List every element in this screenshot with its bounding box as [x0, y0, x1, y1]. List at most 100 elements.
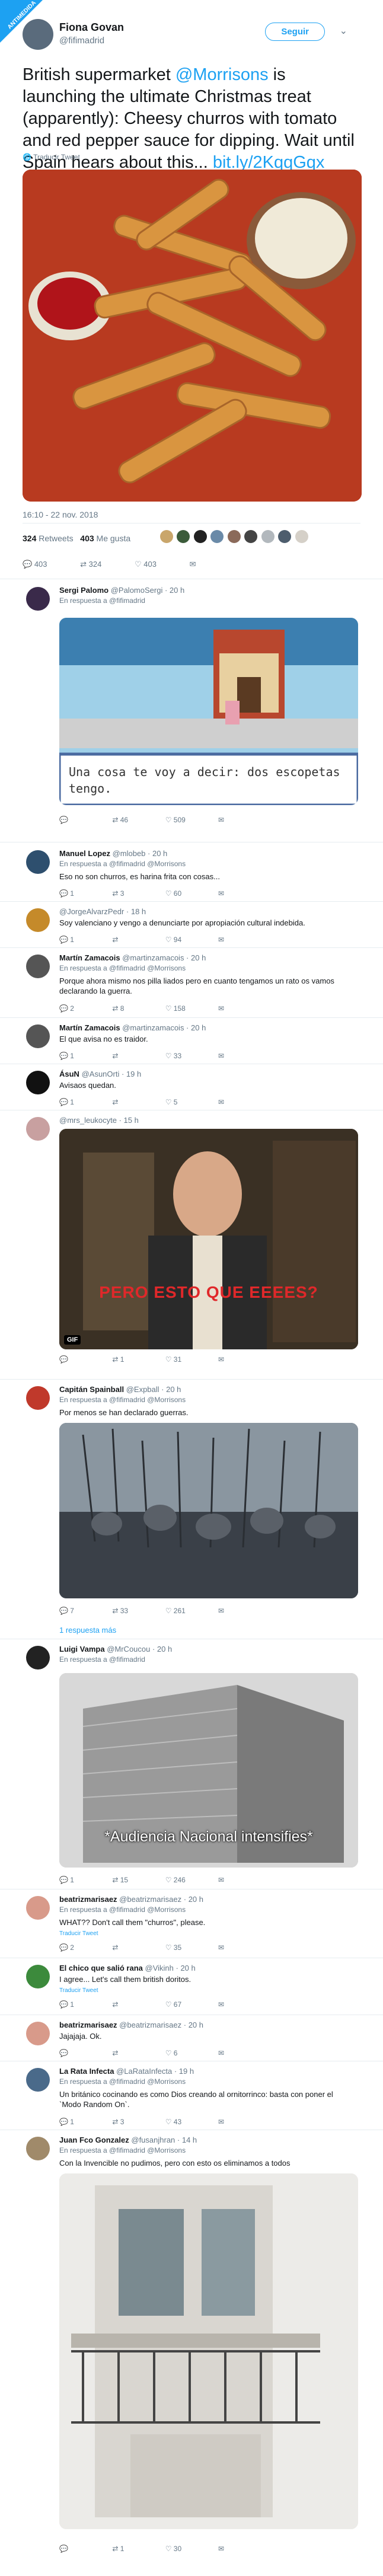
- reply-author-name[interactable]: Sergi Palomo: [59, 586, 108, 595]
- reply-author-name[interactable]: Martín Zamacois: [59, 953, 120, 962]
- like-button[interactable]: ♡ 6: [165, 2049, 216, 2057]
- message-button[interactable]: ✉: [218, 1355, 269, 1364]
- message-button[interactable]: ✉: [218, 1876, 269, 1884]
- reply-media[interactable]: *Audiencia Nacional intensifies*: [59, 1673, 358, 1868]
- reply-button[interactable]: 💬 1: [59, 1052, 110, 1060]
- reply-author-name[interactable]: La Rata Infecta: [59, 2067, 114, 2076]
- reply-author-name[interactable]: beatrizmarisaez: [59, 1895, 117, 1904]
- reply-author-handle[interactable]: @JorgeAlvarzPedr · 18 h: [59, 907, 146, 916]
- reply-author-handle[interactable]: @martinzamacois · 20 h: [122, 1023, 206, 1032]
- author-handle[interactable]: @fifimadrid: [59, 36, 104, 46]
- like-button[interactable]: ♡ 5: [165, 1098, 216, 1106]
- message-button[interactable]: ✉: [218, 2000, 269, 2009]
- reply-button[interactable]: 💬 7: [59, 1607, 110, 1615]
- reply-author-handle[interactable]: @beatrizmarisaez · 20 h: [119, 2020, 203, 2029]
- avatar[interactable]: [26, 908, 50, 932]
- reply-button[interactable]: 💬 1: [59, 2118, 110, 2126]
- translate-link[interactable]: 🌐 Traducir Tweet: [23, 153, 80, 161]
- message-button[interactable]: ✉: [218, 889, 269, 898]
- avatar[interactable]: [295, 530, 308, 543]
- avatar[interactable]: [26, 2022, 50, 2045]
- avatar[interactable]: [26, 2137, 50, 2160]
- like-button[interactable]: ♡ 35: [165, 1943, 216, 1952]
- reply-author-handle[interactable]: @AsunOrti · 19 h: [82, 1070, 142, 1078]
- like-button[interactable]: ♡ 94: [165, 936, 216, 944]
- tweet-photo[interactable]: [23, 170, 362, 502]
- reply-media[interactable]: Una cosa te voy a decir: dos escopetas t…: [59, 618, 358, 805]
- reply-author-handle[interactable]: @MrCoucou · 20 h: [107, 1645, 172, 1654]
- retweet-button[interactable]: ⇄ 46: [112, 816, 163, 824]
- avatar[interactable]: [278, 530, 292, 543]
- message-button[interactable]: ✉: [218, 2118, 269, 2126]
- follow-button[interactable]: Seguir: [265, 23, 325, 41]
- reply-media[interactable]: [59, 1423, 358, 1598]
- message-button[interactable]: ✉: [218, 1943, 269, 1952]
- reply-button[interactable]: 💬: [59, 816, 110, 824]
- message-button[interactable]: ✉: [218, 816, 269, 824]
- message-button[interactable]: ✉: [218, 1052, 269, 1060]
- avatar[interactable]: [26, 955, 50, 978]
- likes-stat[interactable]: 403 Me gusta: [80, 534, 130, 543]
- retweet-button[interactable]: ⇄ 33: [112, 1607, 163, 1615]
- avatar[interactable]: [244, 530, 258, 543]
- translate-link[interactable]: Traducir Tweet: [59, 1987, 98, 1994]
- reply-button[interactable]: 💬 1: [59, 936, 110, 944]
- reply-author-name[interactable]: Juan Fco Gonzalez: [59, 2136, 129, 2144]
- retweet-button[interactable]: ⇄ 3: [112, 889, 163, 898]
- show-more-replies-link[interactable]: 1 respuesta más: [59, 1626, 116, 1635]
- like-button[interactable]: ♡ 33: [165, 1052, 216, 1060]
- reply-media[interactable]: [59, 2173, 358, 2529]
- avatar[interactable]: [26, 587, 50, 611]
- reply-author-name[interactable]: Martín Zamacois: [59, 1023, 120, 1032]
- avatar[interactable]: [26, 1965, 50, 1988]
- retweet-button[interactable]: ⇄ 1: [112, 1355, 163, 1364]
- reply-button[interactable]: 💬: [59, 1355, 110, 1364]
- reply-author-handle[interactable]: @PalomoSergi · 20 h: [111, 586, 184, 595]
- reply-button[interactable]: 💬 1: [59, 2000, 110, 2009]
- like-button[interactable]: ♡ 31: [165, 1355, 216, 1364]
- reply-author-handle[interactable]: @Expball · 20 h: [126, 1385, 181, 1394]
- retweet-button[interactable]: ⇄ 324: [80, 560, 117, 569]
- reply-button[interactable]: 💬: [59, 2545, 110, 2553]
- tweet-timestamp[interactable]: 16:10 - 22 nov. 2018: [23, 510, 98, 519]
- like-button[interactable]: ♡ 43: [165, 2118, 216, 2126]
- avatar[interactable]: [177, 530, 190, 543]
- author-avatar[interactable]: [23, 19, 53, 50]
- reply-author-name[interactable]: ÁsuN: [59, 1070, 79, 1078]
- like-button[interactable]: ♡ 509: [165, 816, 216, 824]
- retweet-button[interactable]: ⇄ 3: [112, 2118, 163, 2126]
- reply-author-handle[interactable]: @martinzamacois · 20 h: [122, 953, 206, 962]
- avatar[interactable]: [26, 1071, 50, 1094]
- reply-button[interactable]: 💬 1: [59, 1098, 110, 1106]
- reply-author-name[interactable]: Luigi Vampa: [59, 1645, 105, 1654]
- mention-link[interactable]: @Morrisons: [175, 65, 269, 84]
- reply-button[interactable]: 💬: [59, 2049, 110, 2057]
- reply-author-name[interactable]: Manuel Lopez: [59, 849, 110, 858]
- reply-button[interactable]: 💬 2: [59, 1004, 110, 1013]
- avatar[interactable]: [26, 2068, 50, 2092]
- reply-gif[interactable]: PERO ESTO QUE EEEES? GIF: [59, 1129, 358, 1349]
- retweet-button[interactable]: ⇄: [112, 936, 163, 944]
- avatar[interactable]: [160, 530, 173, 543]
- avatar[interactable]: [26, 1386, 50, 1410]
- like-button[interactable]: ♡ 60: [165, 889, 216, 898]
- retweet-button[interactable]: ⇄: [112, 1098, 163, 1106]
- avatar[interactable]: [227, 530, 241, 543]
- message-button[interactable]: ✉: [218, 2049, 269, 2057]
- retweet-button[interactable]: ⇄: [112, 1052, 163, 1060]
- translate-link[interactable]: Traducir Tweet: [59, 1930, 98, 1937]
- avatar[interactable]: [26, 1896, 50, 1920]
- message-button[interactable]: ✉: [218, 1607, 269, 1615]
- reply-author-handle[interactable]: @mrs_leukocyte · 15 h: [59, 1116, 139, 1125]
- reply-author-handle[interactable]: @mlobeb · 20 h: [113, 849, 168, 858]
- like-button[interactable]: ♡ 67: [165, 2000, 216, 2009]
- reply-author-handle[interactable]: @Vikinh · 20 h: [145, 1964, 196, 1972]
- message-button[interactable]: ✉: [218, 936, 269, 944]
- avatar[interactable]: [26, 1646, 50, 1670]
- retweet-button[interactable]: ⇄ 15: [112, 1876, 163, 1884]
- reply-author-handle[interactable]: @beatrizmarisaez · 20 h: [119, 1895, 203, 1904]
- avatar[interactable]: [26, 850, 50, 874]
- reply-button[interactable]: 💬 403: [23, 560, 63, 569]
- message-button[interactable]: ✉: [218, 1004, 269, 1013]
- author-name[interactable]: Fiona Govan: [59, 21, 124, 34]
